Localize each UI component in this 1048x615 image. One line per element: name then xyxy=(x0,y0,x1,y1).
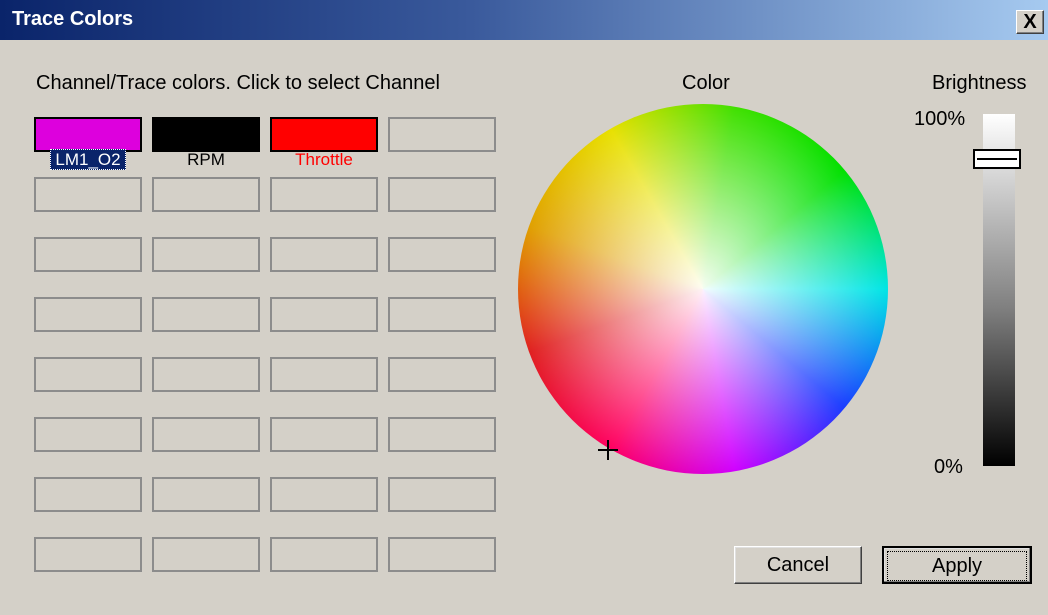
empty-channel-slot[interactable] xyxy=(152,477,260,512)
empty-channel-slot[interactable] xyxy=(34,537,142,572)
empty-channel-slot[interactable] xyxy=(34,417,142,452)
empty-channel-slot[interactable] xyxy=(270,537,378,572)
empty-channel-slot[interactable] xyxy=(270,237,378,272)
empty-channel-slot[interactable] xyxy=(270,297,378,332)
color-label: Color xyxy=(682,72,730,94)
empty-channel-slot[interactable] xyxy=(388,297,496,332)
window-title: Trace Colors xyxy=(12,8,134,30)
empty-channel-slot[interactable] xyxy=(152,357,260,392)
empty-channel-slot[interactable] xyxy=(388,357,496,392)
empty-channel-slot[interactable] xyxy=(388,417,496,452)
brightness-min-label: 0% xyxy=(934,456,963,478)
empty-channel-slot[interactable] xyxy=(34,477,142,512)
empty-channel-slot[interactable] xyxy=(388,477,496,512)
empty-channel-slot[interactable] xyxy=(270,357,378,392)
empty-channel-slot[interactable] xyxy=(270,177,378,212)
channel-label[interactable]: Throttle xyxy=(270,150,378,170)
empty-channel-slot[interactable] xyxy=(152,537,260,572)
channel-label-text: LM1_O2 xyxy=(50,149,126,170)
empty-channel-slot[interactable] xyxy=(270,417,378,452)
empty-channel-slot[interactable] xyxy=(152,237,260,272)
close-button[interactable]: X xyxy=(1016,10,1044,34)
empty-channel-slot[interactable] xyxy=(152,177,260,212)
empty-channel-slot[interactable] xyxy=(388,237,496,272)
empty-channel-slot[interactable] xyxy=(388,537,496,572)
brightness-label: Brightness xyxy=(932,72,1027,94)
empty-channel-slot[interactable] xyxy=(34,357,142,392)
empty-channel-slot[interactable] xyxy=(34,177,142,212)
channel-label[interactable]: LM1_O2 xyxy=(34,149,142,170)
apply-button[interactable]: Apply xyxy=(882,546,1032,584)
empty-channel-slot[interactable] xyxy=(34,297,142,332)
empty-channel-slot[interactable] xyxy=(152,417,260,452)
apply-button-label: Apply xyxy=(887,551,1027,581)
empty-channel-slot[interactable] xyxy=(388,177,496,212)
empty-channel-slot[interactable] xyxy=(34,237,142,272)
crosshair-icon xyxy=(598,440,618,460)
brightness-slider-handle[interactable] xyxy=(973,149,1021,170)
empty-channel-slot[interactable] xyxy=(152,297,260,332)
channel-label[interactable]: RPM xyxy=(152,150,260,170)
channel-swatch-lm1-o2[interactable] xyxy=(34,117,142,152)
brightness-max-label: 100% xyxy=(914,108,966,130)
channel-swatch-rpm[interactable] xyxy=(152,117,260,152)
empty-channel-slot[interactable] xyxy=(388,117,496,152)
title-bar: Trace Colors X xyxy=(0,0,1048,40)
channel-swatch-throttle[interactable] xyxy=(270,117,378,152)
empty-channel-slot[interactable] xyxy=(270,477,378,512)
cancel-button[interactable]: Cancel xyxy=(734,546,862,584)
channel-hint: Channel/Trace colors. Click to select Ch… xyxy=(36,72,440,94)
color-wheel[interactable] xyxy=(518,104,888,474)
